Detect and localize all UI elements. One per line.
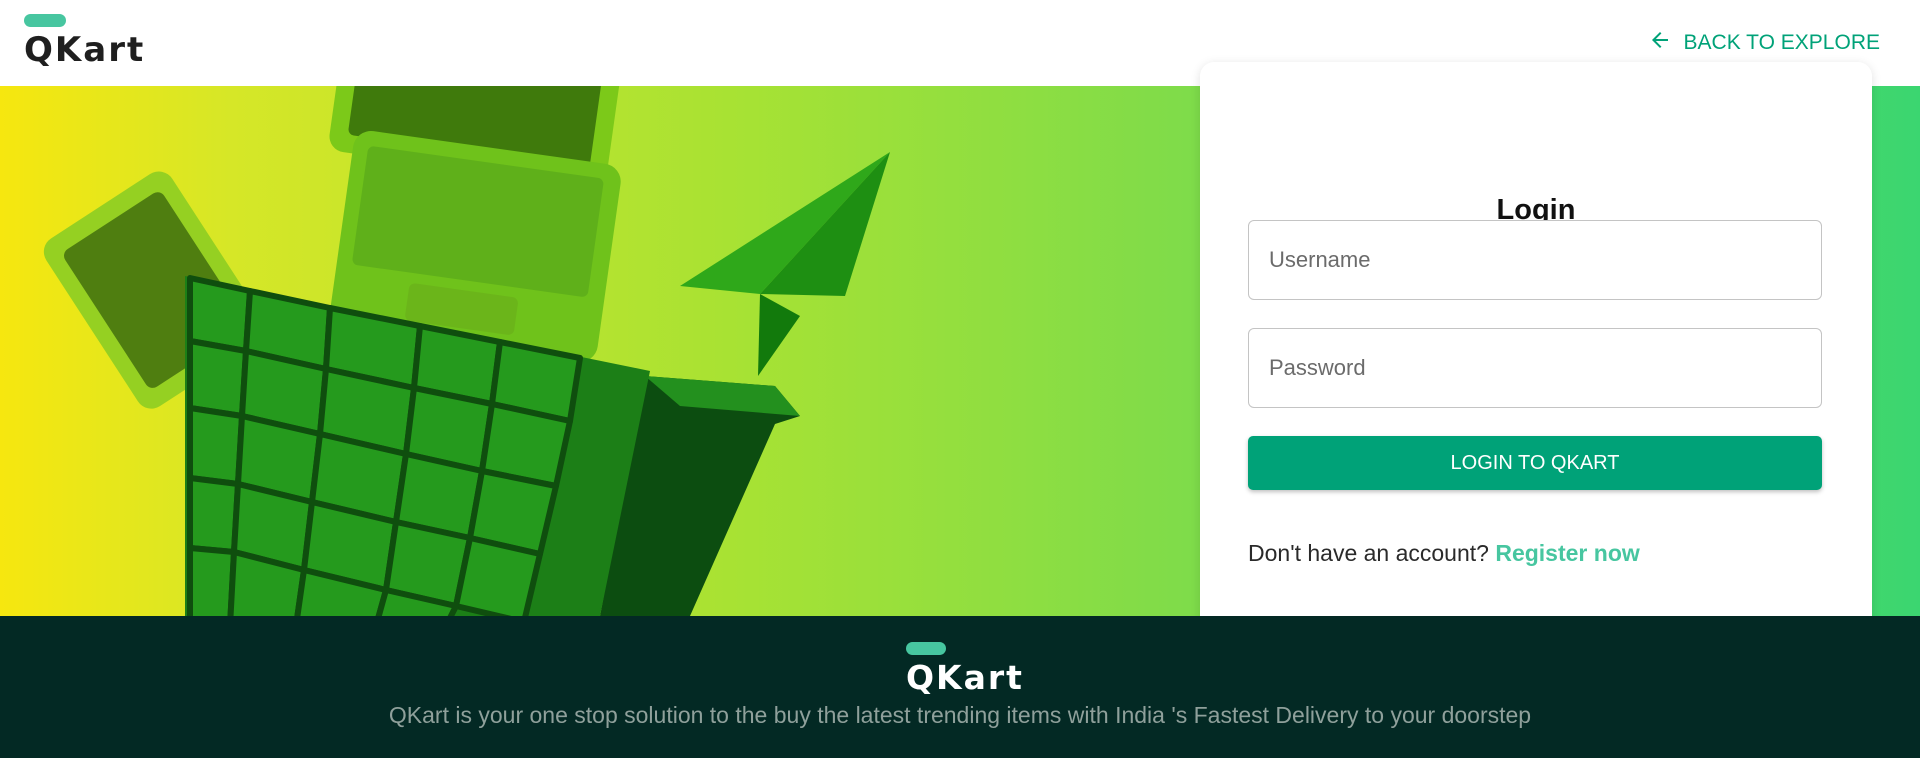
shopping-illustration (43, 86, 890, 616)
username-input[interactable] (1248, 220, 1822, 300)
footer: QKart QKart is your one stop solution to… (0, 616, 1920, 758)
register-prompt: Don't have an account? (1248, 540, 1489, 566)
back-to-explore-label: BACK TO EXPLORE (1683, 31, 1880, 54)
brand-logo[interactable]: QKart (24, 14, 144, 74)
footer-tagline: QKart is your one stop solution to the b… (388, 702, 1532, 728)
login-button[interactable]: LOGIN TO QKART (1248, 436, 1822, 490)
arrow-left-icon (1648, 28, 1672, 58)
logo-text: QKart (24, 30, 146, 70)
register-link[interactable]: Register now (1495, 540, 1639, 566)
footer-logo-text: QKart (906, 658, 1024, 697)
logo-pill-icon (24, 14, 66, 27)
password-input[interactable] (1248, 328, 1822, 408)
footer-logo: QKart (906, 642, 1026, 702)
back-to-explore-button[interactable]: BACK TO EXPLORE (1635, 18, 1892, 68)
logo-pill-icon (906, 642, 946, 655)
register-prompt-row: Don't have an account? Register now (1248, 540, 1640, 567)
